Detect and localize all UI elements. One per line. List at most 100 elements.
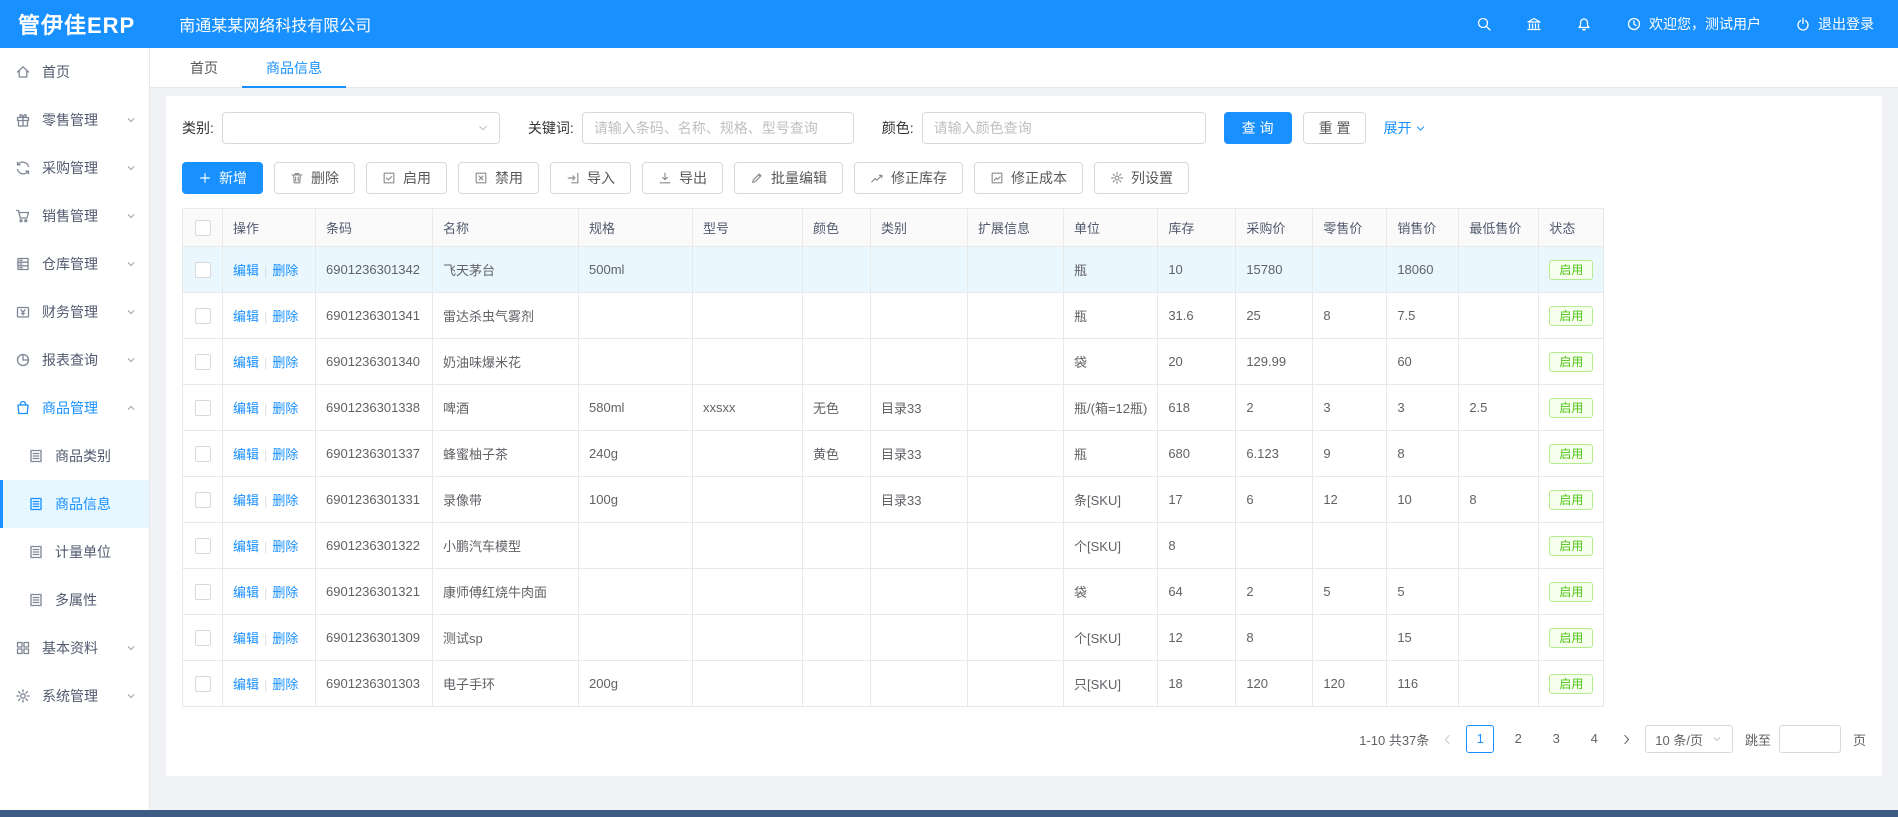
status-badge[interactable]: 启用 [1549,628,1593,648]
status-badge[interactable]: 启用 [1549,306,1593,326]
delete-link[interactable]: 删除 [272,447,298,462]
row-checkbox[interactable] [195,308,211,324]
toolbar-button-1[interactable]: 删除 [274,162,355,194]
delete-link[interactable]: 删除 [272,493,298,508]
edit-link[interactable]: 编辑 [233,585,259,600]
column-header: 类别 [871,209,968,247]
status-badge[interactable]: 启用 [1549,582,1593,602]
edit-link[interactable]: 编辑 [233,263,259,278]
status-badge[interactable]: 启用 [1549,674,1593,694]
search-button[interactable]: 查 询 [1224,112,1292,144]
sidebar-item-7[interactable]: 商品管理 [0,384,149,432]
sidebar-item-6[interactable]: 报表查询 [0,336,149,384]
delete-link[interactable]: 删除 [272,677,298,692]
sidebar-item-2[interactable]: 采购管理 [0,144,149,192]
keyword-input[interactable] [582,112,854,144]
edit-link[interactable]: 编辑 [233,355,259,370]
cell-category [871,523,968,569]
sidebar-item-0[interactable]: 首页 [0,48,149,96]
edit-link[interactable]: 编辑 [233,401,259,416]
jump-page-input[interactable] [1779,725,1841,753]
sidebar-item-10[interactable]: 计量单位 [0,528,149,576]
reset-button[interactable]: 重 置 [1303,112,1367,144]
row-checkbox[interactable] [195,676,211,692]
next-page-button[interactable] [1620,733,1633,746]
edit-link[interactable]: 编辑 [233,447,259,462]
prev-page-button[interactable] [1441,733,1454,746]
delete-link[interactable]: 删除 [272,539,298,554]
category-select[interactable] [222,112,500,144]
status-badge[interactable]: 启用 [1549,352,1593,372]
status-badge[interactable]: 启用 [1549,490,1593,510]
cell-model [693,569,803,615]
delete-link[interactable]: 删除 [272,585,298,600]
sidebar-item-13[interactable]: 系统管理 [0,672,149,720]
page-size-select[interactable]: 10 条/页 [1645,725,1733,753]
cell-retail: 12 [1313,477,1387,523]
cell-unit: 瓶 [1064,431,1158,477]
page-number-4[interactable]: 4 [1580,725,1608,753]
row-checkbox[interactable] [195,538,211,554]
edit-link[interactable]: 编辑 [233,539,259,554]
bell-icon[interactable] [1576,16,1592,32]
user-welcome[interactable]: 欢迎您，测试用户 [1626,14,1761,34]
sidebar-item-5[interactable]: 财务管理 [0,288,149,336]
page-number-3[interactable]: 3 [1542,725,1570,753]
sidebar-item-label: 商品管理 [42,398,98,418]
chevron-down-icon [125,690,137,702]
toolbar-button-9[interactable]: 列设置 [1094,162,1189,194]
sidebar-item-12[interactable]: 基本资料 [0,624,149,672]
expand-link[interactable]: 展开 [1383,118,1427,138]
search-icon[interactable] [1476,16,1492,32]
edit-link[interactable]: 编辑 [233,493,259,508]
select-all-checkbox[interactable] [195,220,211,236]
action-toolbar: 新增删除启用禁用导入导出批量编辑修正库存修正成本列设置 [182,162,1866,194]
edit-link[interactable]: 编辑 [233,631,259,646]
link-separator: | [264,263,267,278]
delete-link[interactable]: 删除 [272,355,298,370]
edit-link[interactable]: 编辑 [233,309,259,324]
row-checkbox[interactable] [195,584,211,600]
color-input[interactable] [922,112,1206,144]
chevron-down-icon [125,210,137,222]
delete-link[interactable]: 删除 [272,401,298,416]
row-checkbox[interactable] [195,492,211,508]
toolbar-button-4[interactable]: 导入 [550,162,631,194]
toolbar-button-6[interactable]: 批量编辑 [734,162,843,194]
row-checkbox[interactable] [195,446,211,462]
status-badge[interactable]: 启用 [1549,444,1593,464]
logout-button[interactable]: 退出登录 [1795,14,1874,34]
sidebar-item-1[interactable]: 零售管理 [0,96,149,144]
delete-link[interactable]: 删除 [272,309,298,324]
sidebar-item-3[interactable]: 销售管理 [0,192,149,240]
row-checkbox[interactable] [195,400,211,416]
sidebar-item-9[interactable]: 商品信息 [0,480,149,528]
horizontal-scrollbar[interactable] [0,810,1898,817]
toolbar-button-3[interactable]: 禁用 [458,162,539,194]
column-header: 单位 [1064,209,1158,247]
status-badge[interactable]: 启用 [1549,260,1593,280]
row-checkbox[interactable] [195,354,211,370]
tab-home[interactable]: 首页 [166,48,242,87]
sidebar-item-4[interactable]: 仓库管理 [0,240,149,288]
toolbar-button-2[interactable]: 启用 [366,162,447,194]
delete-link[interactable]: 删除 [272,631,298,646]
status-badge[interactable]: 启用 [1549,398,1593,418]
toolbar-button-5[interactable]: 导出 [642,162,723,194]
page-number-2[interactable]: 2 [1504,725,1532,753]
row-checkbox[interactable] [195,630,211,646]
delete-link[interactable]: 删除 [272,263,298,278]
sidebar-item-11[interactable]: 多属性 [0,576,149,624]
toolbar-button-7[interactable]: 修正库存 [854,162,963,194]
row-checkbox[interactable] [195,262,211,278]
bank-icon[interactable] [1526,16,1542,32]
tab-product-info[interactable]: 商品信息 [242,48,346,87]
products-table: 操作条码名称规格型号颜色类别扩展信息单位库存采购价零售价销售价最低售价状态 编辑… [182,208,1604,707]
status-badge[interactable]: 启用 [1549,536,1593,556]
sidebar-item-label: 商品信息 [55,494,111,514]
toolbar-button-0[interactable]: 新增 [182,162,263,194]
page-number-1[interactable]: 1 [1466,725,1494,753]
edit-link[interactable]: 编辑 [233,677,259,692]
toolbar-button-8[interactable]: 修正成本 [974,162,1083,194]
sidebar-item-8[interactable]: 商品类别 [0,432,149,480]
